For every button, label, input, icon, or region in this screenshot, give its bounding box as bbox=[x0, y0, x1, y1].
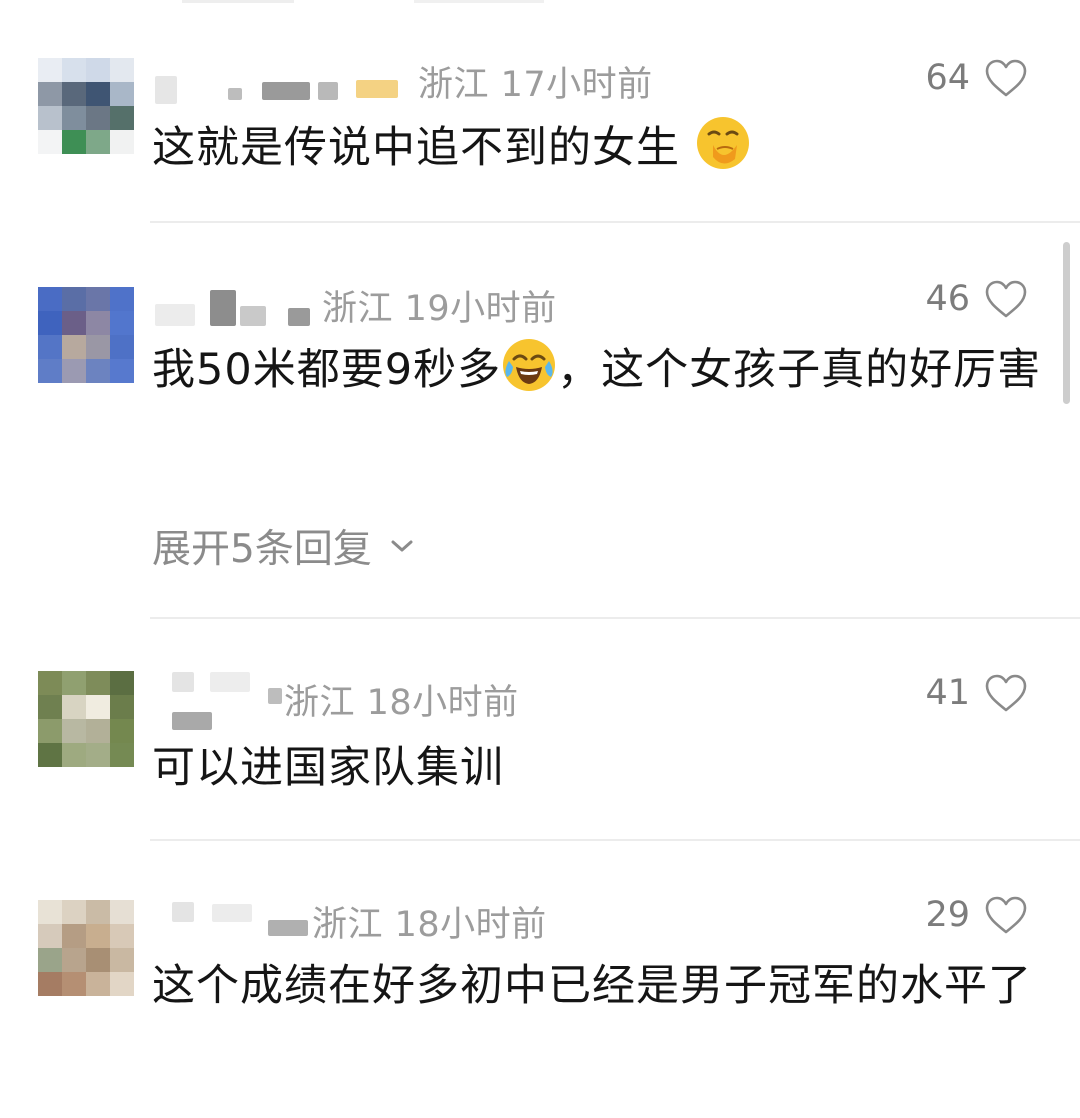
thinking-hand-over-mouth-emoji bbox=[696, 117, 749, 169]
like-button[interactable]: 46 bbox=[925, 279, 1028, 319]
comment-text: 我50米都要9秒多 ，这个女孩子真的好厉害 bbox=[152, 334, 1042, 406]
comment-item: 浙江 18小时前 29 这个成绩在好多初中已经是男子冠军的水平了 bbox=[0, 842, 1080, 1118]
heart-outline-icon bbox=[985, 59, 1027, 97]
like-count: 41 bbox=[925, 673, 970, 713]
like-count: 29 bbox=[925, 895, 970, 935]
comment-item: 浙江 18小时前 41 可以进国家队集训 bbox=[0, 620, 1080, 840]
comment-text: 可以进国家队集训 bbox=[152, 732, 1042, 804]
comment-location-time: 浙江 18小时前 bbox=[284, 683, 519, 723]
avatar[interactable] bbox=[38, 287, 134, 383]
comment-text-continued: ，这个女孩子真的好厉害 bbox=[557, 345, 1042, 395]
like-count: 46 bbox=[925, 279, 970, 319]
comment-text-body: 这就是传说中追不到的女生 bbox=[152, 123, 680, 173]
comment-item: 浙江 19小时前 46 我50米都要9秒多 ，这个女孩子真的好厉害 展开5条回复 bbox=[0, 224, 1080, 618]
like-button[interactable]: 29 bbox=[925, 895, 1028, 935]
comment-text-body: 我50米都要9秒多 bbox=[152, 345, 502, 395]
comment-location-time: 浙江 18小时前 bbox=[312, 905, 547, 945]
expand-replies-button[interactable]: 展开5条回复 bbox=[152, 518, 414, 574]
comment-location-time: 浙江 19小时前 bbox=[322, 289, 557, 329]
like-button[interactable]: 64 bbox=[925, 58, 1028, 98]
like-count: 64 bbox=[925, 58, 970, 98]
expand-replies-label: 展开5条回复 bbox=[152, 527, 372, 572]
comment-text-body: 这个成绩在好多初中已经是男子冠军的水平了 bbox=[152, 961, 1032, 1011]
comment-text-body: 可以进国家队集训 bbox=[152, 743, 504, 793]
avatar[interactable] bbox=[38, 671, 134, 767]
heart-outline-icon bbox=[985, 280, 1027, 318]
comment-divider bbox=[150, 839, 1080, 841]
avatar[interactable] bbox=[38, 58, 134, 154]
like-button[interactable]: 41 bbox=[925, 673, 1028, 713]
heart-outline-icon bbox=[985, 896, 1027, 934]
avatar[interactable] bbox=[38, 900, 134, 996]
crying-laughing-emoji bbox=[503, 339, 556, 391]
comment-text: 这就是传说中追不到的女生 bbox=[152, 112, 1042, 184]
comment-text: 这个成绩在好多初中已经是男子冠军的水平了 bbox=[152, 950, 1042, 1022]
chevron-down-icon bbox=[391, 540, 413, 552]
comment-divider bbox=[150, 221, 1080, 223]
comment-item: 浙江 17小时前 64 这就是传说中追不到的女生 bbox=[0, 0, 1080, 222]
heart-outline-icon bbox=[985, 674, 1027, 712]
comment-divider bbox=[150, 617, 1080, 619]
comment-location-time: 浙江 17小时前 bbox=[418, 65, 653, 105]
